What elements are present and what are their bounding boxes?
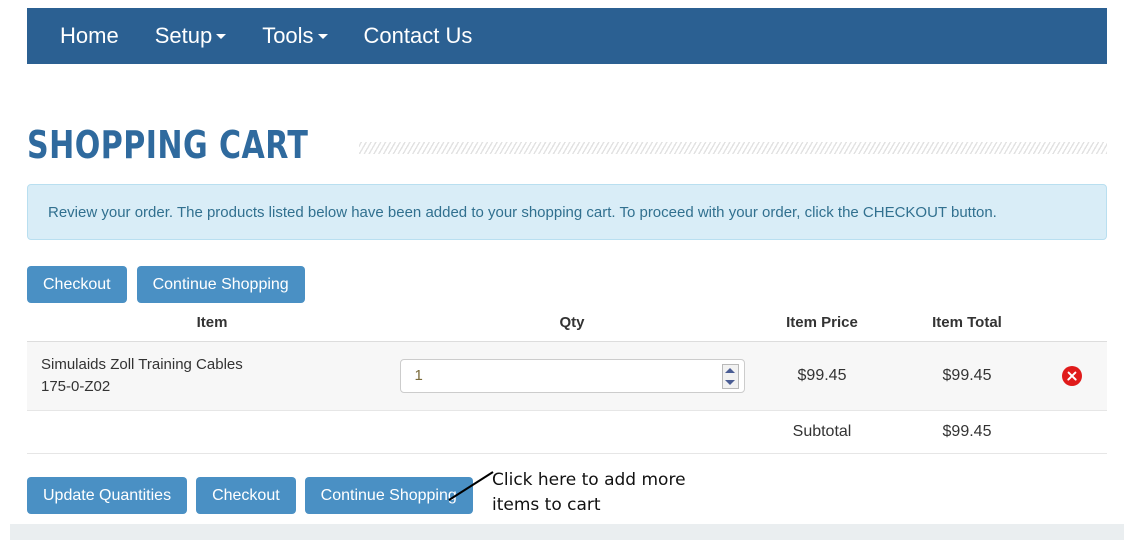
spinner-down-icon[interactable] bbox=[725, 379, 735, 385]
column-header-item: Item bbox=[27, 310, 397, 342]
column-header-delete bbox=[1037, 310, 1107, 342]
column-header-item-price: Item Price bbox=[747, 310, 897, 342]
chevron-down-icon bbox=[216, 33, 227, 39]
page-title: SHOPPING CART bbox=[27, 123, 309, 167]
column-header-qty: Qty bbox=[397, 310, 747, 342]
nav-item-home-label: Home bbox=[60, 23, 119, 48]
quantity-value: 1 bbox=[414, 367, 423, 385]
product-name-cell: Simulaids Zoll Training Cables 175-0-Z02 bbox=[27, 341, 397, 411]
spinner-up-icon[interactable] bbox=[725, 368, 735, 373]
quantity-spinner[interactable] bbox=[721, 363, 739, 389]
subtotal-value: $99.45 bbox=[897, 410, 1037, 454]
nav-item-setup[interactable]: Setup bbox=[155, 25, 227, 47]
nav-item-setup-label: Setup bbox=[154, 23, 213, 48]
shopping-cart-table: Item Qty Item Price Item Total Simulaids… bbox=[27, 310, 1107, 454]
page-title-row: SHOPPING CART bbox=[27, 126, 1107, 164]
nav-item-contact-us[interactable]: Contact Us bbox=[364, 25, 473, 47]
checkout-button-top[interactable]: Checkout bbox=[27, 266, 127, 304]
nav-item-tools-label: Tools bbox=[262, 23, 314, 48]
cart-table-header: Item Qty Item Price Item Total bbox=[27, 310, 1107, 342]
main-navbar: Home Setup Tools Contact Us bbox=[27, 8, 1107, 64]
title-decorative-rule bbox=[358, 142, 1107, 154]
annotation-line-2: items to cart bbox=[492, 494, 601, 515]
subtotal-label: Subtotal bbox=[747, 410, 897, 454]
product-title: Simulaids Zoll Training Cables bbox=[41, 356, 243, 373]
subtotal-spacer-2 bbox=[397, 410, 747, 454]
bottom-button-row: Update Quantities Checkout Continue Shop… bbox=[27, 477, 473, 515]
cart-header-row: Item Qty Item Price Item Total bbox=[27, 310, 1107, 342]
update-quantities-button[interactable]: Update Quantities bbox=[27, 477, 188, 515]
nav-item-tools[interactable]: Tools bbox=[262, 23, 328, 48]
column-header-item-total: Item Total bbox=[897, 310, 1037, 342]
nav-item-home[interactable]: Home bbox=[60, 25, 119, 47]
annotation-line-1: Click here to add more bbox=[492, 470, 686, 490]
top-button-row: Checkout Continue Shopping bbox=[27, 266, 305, 304]
subtotal-spacer-3 bbox=[1037, 410, 1107, 454]
quantity-cell: 1 bbox=[397, 341, 747, 411]
nav-item-contact-us-label: Contact Us bbox=[363, 23, 473, 48]
delete-circle-x-icon[interactable] bbox=[1062, 365, 1082, 386]
annotation-leader-line bbox=[448, 471, 494, 501]
table-row: Simulaids Zoll Training Cables 175-0-Z02… bbox=[27, 341, 1107, 411]
continue-shopping-button-top[interactable]: Continue Shopping bbox=[136, 266, 305, 304]
item-price-cell: $99.45 bbox=[747, 341, 897, 411]
info-banner-text: Review your order. The products listed b… bbox=[48, 203, 997, 221]
product-sku: 175-0-Z02 bbox=[41, 377, 111, 395]
chevron-down-icon bbox=[317, 33, 328, 39]
item-total-cell: $99.45 bbox=[897, 341, 1037, 411]
subtotal-row: Subtotal $99.45 bbox=[27, 410, 1107, 454]
quantity-stepper[interactable]: 1 bbox=[399, 358, 745, 393]
footer-strip bbox=[10, 524, 1124, 540]
cart-table-body: Simulaids Zoll Training Cables 175-0-Z02… bbox=[27, 341, 1107, 454]
annotation-text: Click here to add more items to cart bbox=[492, 468, 752, 517]
checkout-button-bottom[interactable]: Checkout bbox=[196, 477, 296, 515]
subtotal-spacer-1 bbox=[27, 410, 397, 454]
info-banner: Review your order. The products listed b… bbox=[27, 184, 1107, 240]
delete-cell bbox=[1037, 341, 1107, 411]
